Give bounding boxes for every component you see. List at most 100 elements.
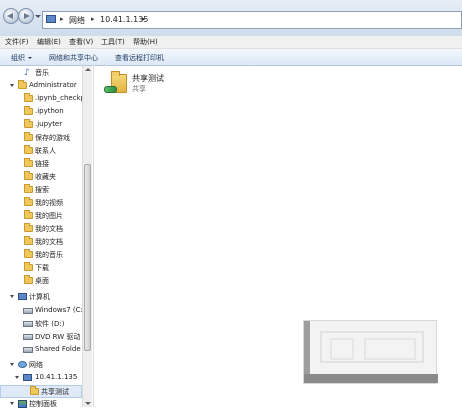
remote-printers-button[interactable]: 查看远程打印机 bbox=[115, 53, 164, 63]
nav-item-label: Windows7 (C: bbox=[35, 306, 82, 314]
nav-item-label: .jupyter bbox=[35, 120, 63, 128]
nav-item-label: 10.41.1.135 bbox=[35, 373, 78, 381]
nav-item-drive-d[interactable]: 软件 (D:) bbox=[0, 318, 82, 331]
back-button[interactable] bbox=[3, 8, 19, 24]
nav-item-label: 下载 bbox=[35, 264, 49, 272]
nav-item-music[interactable]: ♪ 音乐 bbox=[0, 67, 82, 80]
nav-item-label: .ipython bbox=[35, 107, 64, 115]
nav-item-label: 计算机 bbox=[29, 293, 50, 301]
nav-item-label: Shared Folde bbox=[35, 345, 81, 353]
nav-item-saved-games[interactable]: 保存的游戏 bbox=[0, 132, 82, 145]
nav-item-label: Administrator bbox=[29, 81, 77, 89]
computer-icon bbox=[18, 293, 27, 300]
expand-arrow-icon[interactable] bbox=[10, 295, 14, 298]
nav-item-searches[interactable]: 搜索 bbox=[0, 184, 82, 197]
nav-item-label: 软件 (D:) bbox=[35, 320, 65, 328]
nav-item-favorites[interactable]: 收藏夹 bbox=[0, 171, 82, 184]
folder-icon bbox=[24, 158, 33, 167]
nav-item-label: 保存的游戏 bbox=[35, 134, 70, 142]
drive-icon bbox=[23, 308, 33, 314]
nav-item-my-documents[interactable]: 我的文档 bbox=[0, 223, 82, 236]
forward-button[interactable] bbox=[18, 8, 34, 24]
dvd-drive-icon bbox=[23, 334, 33, 340]
shared-folder-item[interactable]: 共享测试 共享 bbox=[102, 70, 182, 98]
menu-view[interactable]: 查看(V) bbox=[69, 37, 93, 47]
menu-file[interactable]: 文件(F) bbox=[5, 37, 29, 47]
breadcrumb-separator-icon[interactable]: ▸ bbox=[60, 15, 64, 23]
drive-icon bbox=[23, 321, 33, 327]
nav-item-shared-folders[interactable]: Shared Folde bbox=[0, 344, 82, 357]
content-pane: 共享测试 共享 bbox=[94, 66, 462, 407]
folder-icon bbox=[24, 145, 33, 154]
nav-item-computer[interactable]: 计算机 bbox=[0, 291, 82, 304]
breadcrumb-separator-icon[interactable]: ▸ bbox=[142, 15, 146, 23]
watermark-logo bbox=[320, 331, 424, 363]
network-center-button[interactable]: 网络和共享中心 bbox=[49, 53, 98, 63]
nav-item-links[interactable]: 链接 bbox=[0, 158, 82, 171]
nav-item-administrator[interactable]: Administrator bbox=[0, 80, 82, 93]
nav-item-my-documents-2[interactable]: 我的文档 bbox=[0, 236, 82, 249]
command-bar: 组织 网络和共享中心 查看远程打印机 bbox=[0, 49, 462, 66]
menu-edit[interactable]: 编辑(E) bbox=[37, 37, 61, 47]
nav-item-downloads[interactable]: 下载 bbox=[0, 262, 82, 275]
nav-item-my-videos[interactable]: 我的视频 bbox=[0, 197, 82, 210]
watermark-strip bbox=[304, 374, 438, 383]
shared-folder-type: 共享 bbox=[132, 85, 146, 93]
nav-item-label: 我的文档 bbox=[35, 238, 63, 246]
breadcrumb-network[interactable]: 网络 bbox=[69, 15, 85, 26]
address-bar[interactable]: ▸ 网络 ▸ 10.41.1.135 ▸ bbox=[42, 11, 462, 29]
nav-item-share-test[interactable]: 共享测试 bbox=[0, 385, 82, 398]
nav-item-ipython[interactable]: .ipython bbox=[0, 106, 82, 119]
navigation-pane: ♪ 音乐 Administrator .ipynb_checkp .ipytho… bbox=[0, 66, 94, 408]
nav-item-label: 搜索 bbox=[35, 186, 49, 194]
folder-icon bbox=[24, 223, 33, 232]
organize-button[interactable]: 组织 bbox=[11, 53, 25, 63]
folder-icon bbox=[24, 171, 33, 180]
nav-item-desktop[interactable]: 桌面 bbox=[0, 275, 82, 288]
folder-icon bbox=[24, 262, 33, 271]
music-note-icon: ♪ bbox=[24, 68, 30, 78]
folder-icon bbox=[24, 106, 33, 115]
breadcrumb-separator-icon[interactable]: ▸ bbox=[91, 15, 95, 23]
nav-item-label: 联系人 bbox=[35, 147, 56, 155]
folder-icon bbox=[24, 236, 33, 245]
watermark-edge bbox=[304, 321, 310, 376]
nav-scrollbar[interactable] bbox=[82, 66, 92, 407]
user-folder-icon bbox=[18, 80, 27, 89]
folder-icon bbox=[24, 249, 33, 258]
nav-item-label: .ipynb_checkp bbox=[35, 94, 82, 102]
forward-arrow-icon bbox=[24, 13, 30, 19]
address-area: ▸ 网络 ▸ 10.41.1.135 ▸ bbox=[0, 0, 462, 36]
nav-item-label: 我的音乐 bbox=[35, 251, 63, 259]
nav-item-my-pictures[interactable]: 我的图片 bbox=[0, 210, 82, 223]
expand-arrow-icon[interactable] bbox=[10, 84, 14, 87]
scroll-down-icon[interactable] bbox=[85, 402, 91, 405]
nav-item-network[interactable]: 网络 bbox=[0, 359, 82, 372]
computer-icon bbox=[46, 15, 56, 23]
nav-item-ipynb-checkpoints[interactable]: .ipynb_checkp bbox=[0, 93, 82, 106]
menu-tools[interactable]: 工具(T) bbox=[101, 37, 125, 47]
scroll-up-icon[interactable] bbox=[85, 68, 91, 71]
nav-item-jupyter[interactable]: .jupyter bbox=[0, 119, 82, 132]
nav-item-drive-c[interactable]: Windows7 (C: bbox=[0, 305, 82, 318]
expand-arrow-icon[interactable] bbox=[10, 402, 14, 405]
nav-item-label: 网络 bbox=[29, 361, 43, 369]
network-share-badge-icon bbox=[104, 86, 117, 93]
nav-item-control-panel[interactable]: 控制面板 bbox=[0, 398, 82, 411]
nav-item-label: 收藏夹 bbox=[35, 173, 56, 181]
chevron-down-icon bbox=[28, 57, 32, 59]
menu-help[interactable]: 帮助(H) bbox=[133, 37, 158, 47]
nav-item-dvd-drive[interactable]: DVD RW 驱动 bbox=[0, 331, 82, 344]
expand-arrow-icon[interactable] bbox=[15, 376, 19, 379]
folder-icon bbox=[24, 93, 33, 102]
scrollbar-thumb[interactable] bbox=[84, 164, 91, 351]
expand-arrow-icon[interactable] bbox=[10, 363, 14, 366]
nav-item-my-music[interactable]: 我的音乐 bbox=[0, 249, 82, 262]
nav-item-label: 音乐 bbox=[35, 69, 49, 77]
recent-pages-dropdown-icon[interactable] bbox=[35, 15, 41, 18]
network-icon bbox=[18, 361, 27, 368]
nav-item-contacts[interactable]: 联系人 bbox=[0, 145, 82, 158]
nav-item-label: 我的视频 bbox=[35, 199, 63, 207]
nav-item-host[interactable]: 10.41.1.135 bbox=[0, 372, 82, 385]
back-arrow-icon bbox=[7, 13, 13, 19]
